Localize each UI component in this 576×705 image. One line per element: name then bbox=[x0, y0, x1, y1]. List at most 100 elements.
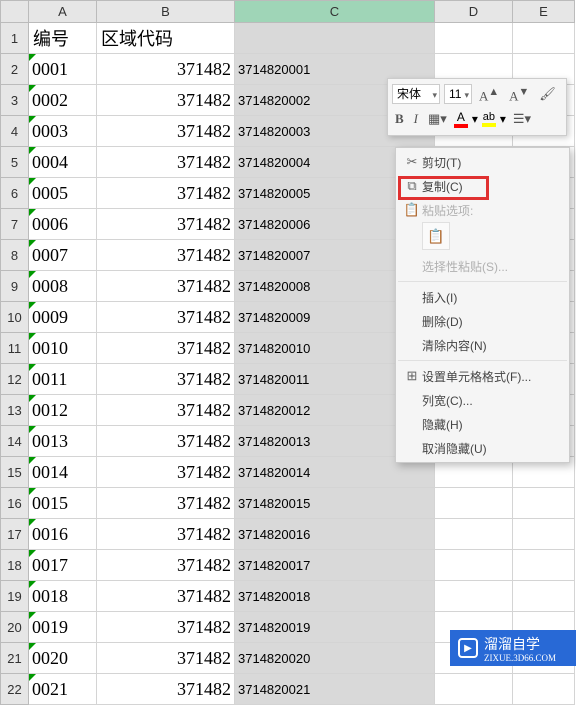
row-header[interactable]: 4 bbox=[1, 116, 29, 147]
menu-col-width[interactable]: 列宽(C)... bbox=[396, 388, 569, 412]
row-header[interactable]: 5 bbox=[1, 147, 29, 178]
cell[interactable] bbox=[435, 519, 513, 550]
cell[interactable]: 371482 bbox=[97, 240, 235, 271]
format-painter-icon[interactable]: 🖌 bbox=[536, 85, 559, 103]
cell[interactable]: 371482 bbox=[97, 178, 235, 209]
cell[interactable]: 3714820017 bbox=[235, 550, 435, 581]
cell[interactable] bbox=[513, 550, 575, 581]
italic-button[interactable]: I bbox=[411, 110, 421, 128]
cell[interactable]: 371482 bbox=[97, 333, 235, 364]
cell[interactable]: 371482 bbox=[97, 302, 235, 333]
cell[interactable] bbox=[435, 581, 513, 612]
cell[interactable] bbox=[513, 519, 575, 550]
row-header[interactable]: 19 bbox=[1, 581, 29, 612]
font-size-select[interactable]: 11 bbox=[444, 84, 472, 104]
cell[interactable]: 371482 bbox=[97, 395, 235, 426]
cell[interactable]: 3714820015 bbox=[235, 488, 435, 519]
cell[interactable]: 0021 bbox=[29, 674, 97, 705]
cell[interactable]: 0012 bbox=[29, 395, 97, 426]
font-name-select[interactable]: 宋体 bbox=[392, 84, 440, 104]
more-format-button[interactable]: ☰▾ bbox=[510, 110, 534, 128]
cell[interactable]: 0013 bbox=[29, 426, 97, 457]
cell[interactable]: 0016 bbox=[29, 519, 97, 550]
row-header[interactable]: 2 bbox=[1, 54, 29, 85]
cell[interactable] bbox=[513, 581, 575, 612]
cell[interactable]: 0008 bbox=[29, 271, 97, 302]
border-button[interactable]: ▦▾ bbox=[425, 110, 450, 128]
row-header[interactable]: 18 bbox=[1, 550, 29, 581]
column-header-A[interactable]: A bbox=[29, 1, 97, 23]
row-header[interactable]: 15 bbox=[1, 457, 29, 488]
cell[interactable]: 371482 bbox=[97, 519, 235, 550]
row-header[interactable]: 8 bbox=[1, 240, 29, 271]
cell[interactable] bbox=[435, 488, 513, 519]
cell[interactable]: 0009 bbox=[29, 302, 97, 333]
menu-unhide[interactable]: 取消隐藏(U) bbox=[396, 436, 569, 460]
cell[interactable]: 0018 bbox=[29, 581, 97, 612]
menu-copy[interactable]: ⧉ 复制(C) bbox=[396, 174, 569, 198]
row-header[interactable]: 22 bbox=[1, 674, 29, 705]
row-header[interactable]: 17 bbox=[1, 519, 29, 550]
row-header[interactable]: 21 bbox=[1, 643, 29, 674]
cell-B1[interactable]: 区域代码 bbox=[97, 23, 235, 54]
cell[interactable]: 0001 bbox=[29, 54, 97, 85]
bold-button[interactable]: B bbox=[392, 110, 407, 128]
cell[interactable]: 0005 bbox=[29, 178, 97, 209]
row-header[interactable]: 6 bbox=[1, 178, 29, 209]
cell[interactable]: 371482 bbox=[97, 457, 235, 488]
cell[interactable] bbox=[435, 550, 513, 581]
menu-format-cells[interactable]: ⊞ 设置单元格格式(F)... bbox=[396, 364, 569, 388]
cell[interactable]: 371482 bbox=[97, 116, 235, 147]
cell-C1[interactable] bbox=[235, 23, 435, 54]
row-header[interactable]: 20 bbox=[1, 612, 29, 643]
cell[interactable]: 0011 bbox=[29, 364, 97, 395]
cell[interactable]: 371482 bbox=[97, 643, 235, 674]
row-header[interactable]: 10 bbox=[1, 302, 29, 333]
cell[interactable]: 0020 bbox=[29, 643, 97, 674]
cell[interactable]: 0019 bbox=[29, 612, 97, 643]
cell[interactable]: 3714820016 bbox=[235, 519, 435, 550]
cell[interactable]: 371482 bbox=[97, 271, 235, 302]
cell[interactable]: 371482 bbox=[97, 550, 235, 581]
cell-A1[interactable]: 编号 bbox=[29, 23, 97, 54]
cell[interactable]: 0007 bbox=[29, 240, 97, 271]
cell[interactable]: 0006 bbox=[29, 209, 97, 240]
row-header[interactable]: 7 bbox=[1, 209, 29, 240]
cell[interactable]: 371482 bbox=[97, 364, 235, 395]
cell[interactable]: 3714820020 bbox=[235, 643, 435, 674]
select-all-corner[interactable] bbox=[1, 1, 29, 23]
row-header[interactable]: 3 bbox=[1, 85, 29, 116]
menu-clear[interactable]: 清除内容(N) bbox=[396, 333, 569, 357]
cell[interactable]: 371482 bbox=[97, 426, 235, 457]
cell-D1[interactable] bbox=[435, 23, 513, 54]
cell[interactable] bbox=[513, 488, 575, 519]
cell[interactable]: 0010 bbox=[29, 333, 97, 364]
cell[interactable]: 371482 bbox=[97, 581, 235, 612]
row-header[interactable]: 12 bbox=[1, 364, 29, 395]
cell[interactable]: 0014 bbox=[29, 457, 97, 488]
font-color-button[interactable]: A bbox=[454, 110, 468, 128]
column-header-E[interactable]: E bbox=[513, 1, 575, 23]
cell[interactable]: 371482 bbox=[97, 612, 235, 643]
column-header-C[interactable]: C bbox=[235, 1, 435, 23]
column-header-B[interactable]: B bbox=[97, 1, 235, 23]
menu-insert[interactable]: 插入(I) bbox=[396, 285, 569, 309]
grow-font-button[interactable]: A▲ bbox=[476, 83, 502, 105]
cell-E1[interactable] bbox=[513, 23, 575, 54]
cell[interactable]: 371482 bbox=[97, 85, 235, 116]
menu-cut[interactable]: ✂ 剪切(T) bbox=[396, 150, 569, 174]
column-header-D[interactable]: D bbox=[435, 1, 513, 23]
cell[interactable]: 0003 bbox=[29, 116, 97, 147]
row-header[interactable]: 1 bbox=[1, 23, 29, 54]
cell[interactable]: 371482 bbox=[97, 54, 235, 85]
shrink-font-button[interactable]: A▼ bbox=[506, 83, 532, 105]
fill-color-button[interactable]: ab bbox=[482, 111, 496, 127]
row-header[interactable]: 11 bbox=[1, 333, 29, 364]
cell[interactable]: 0015 bbox=[29, 488, 97, 519]
cell[interactable]: 3714820021 bbox=[235, 674, 435, 705]
cell[interactable]: 0002 bbox=[29, 85, 97, 116]
menu-delete[interactable]: 删除(D) bbox=[396, 309, 569, 333]
cell[interactable]: 3714820019 bbox=[235, 612, 435, 643]
cell[interactable]: 371482 bbox=[97, 209, 235, 240]
cell[interactable]: 0004 bbox=[29, 147, 97, 178]
